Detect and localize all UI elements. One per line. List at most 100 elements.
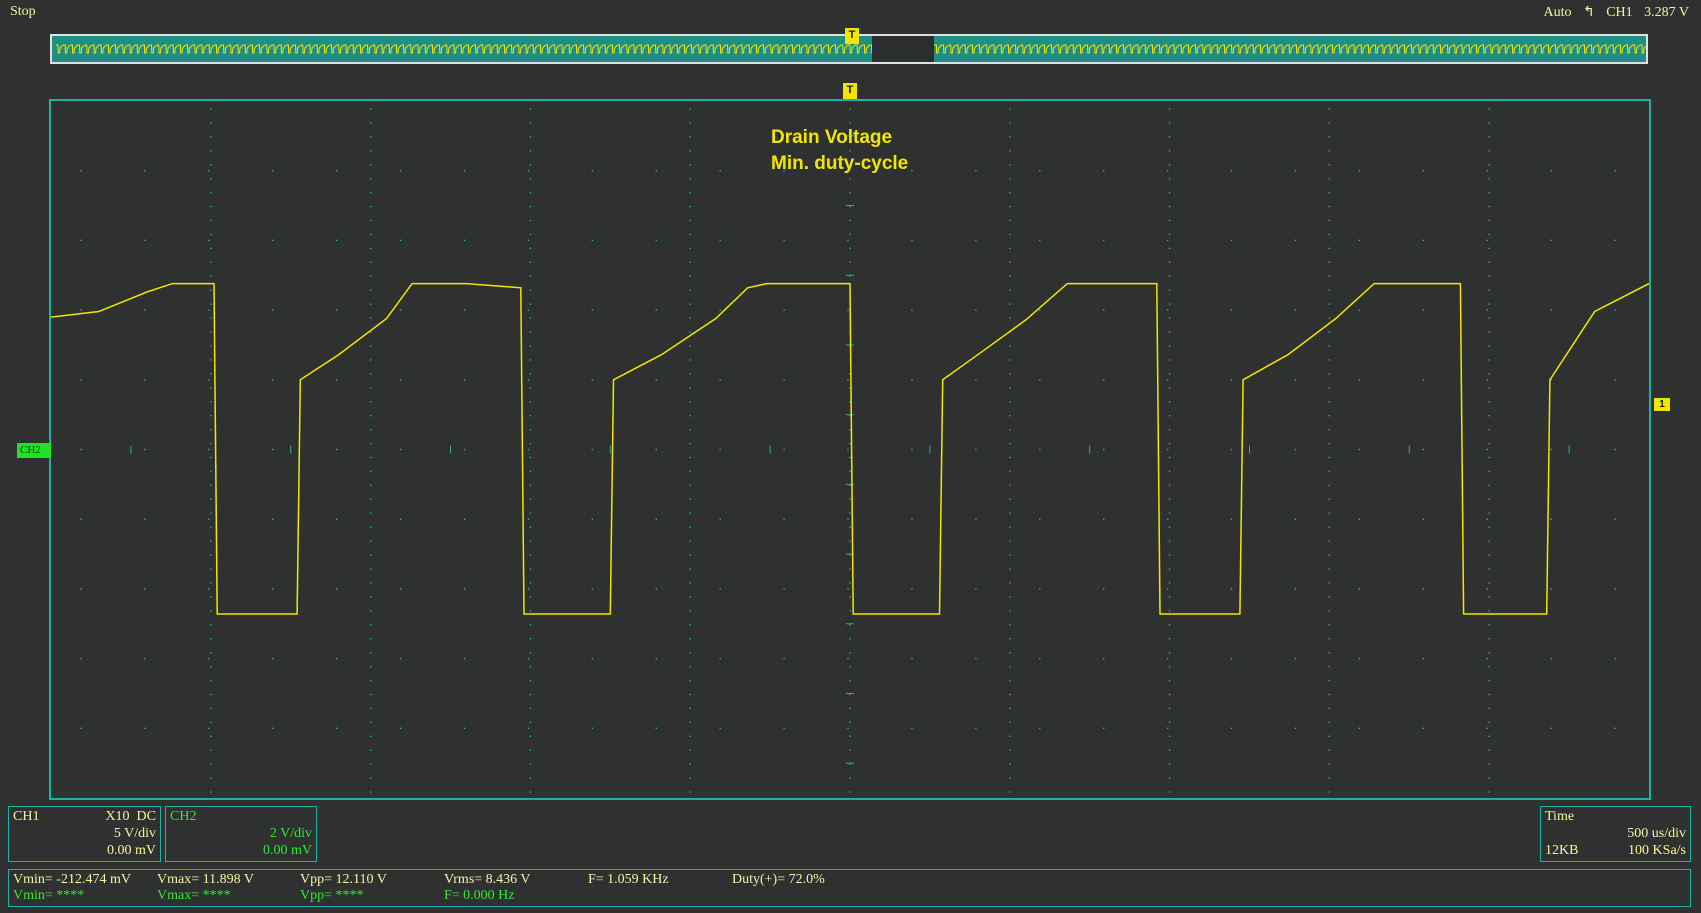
ch1-vmax: Vmax= 11.898 V <box>157 872 254 887</box>
grid-dot <box>1009 526 1011 528</box>
grid-dot <box>1358 588 1361 590</box>
grid-dot <box>210 791 212 793</box>
grid-dot <box>1168 275 1171 277</box>
run-state-label[interactable]: Stop <box>10 4 36 20</box>
grid-dot <box>1168 108 1171 110</box>
grid-dot <box>210 456 212 459</box>
grid-dot <box>1039 657 1041 660</box>
grid-dot <box>210 317 212 319</box>
timebase-box[interactable]: Time 500 us/div 12KB 100 KSa/s <box>1540 806 1691 862</box>
grid-dot <box>529 303 532 305</box>
oscilloscope-window: Stop Auto ↰ CH1 3.287 V T T Drain Voltag… <box>0 0 1701 913</box>
grid-dot <box>1009 359 1011 361</box>
ch1-vmin: Vmin= -212.474 mV <box>13 872 131 887</box>
overview-view-window[interactable] <box>872 36 934 62</box>
grid-dot <box>1328 526 1331 528</box>
grid-dot <box>1009 554 1011 556</box>
grid-dot <box>1103 588 1105 590</box>
grid-dot <box>529 624 532 626</box>
grid-dot <box>849 428 851 431</box>
grid-dot <box>1009 317 1011 319</box>
grid-dot <box>719 379 721 381</box>
grid-dot <box>208 448 210 451</box>
trigger-status[interactable]: Auto ↰ CH1 3.287 V <box>1535 4 1689 21</box>
grid-dot <box>847 588 849 590</box>
grid-dot <box>527 309 530 311</box>
grid-dot <box>529 484 532 487</box>
grid-dot <box>655 657 657 660</box>
grid-dot <box>208 379 210 381</box>
grid-dot <box>529 554 532 556</box>
grid-dot <box>210 540 212 542</box>
grid-dot <box>689 289 691 291</box>
grid-dot <box>1550 518 1552 520</box>
grid-dot <box>1488 512 1490 514</box>
grid-dot <box>80 448 82 451</box>
grid-dot <box>144 309 146 311</box>
grid-dot <box>529 345 532 347</box>
grid-dot <box>849 610 851 612</box>
grid-dot <box>369 191 372 194</box>
waveform-display[interactable] <box>49 99 1651 800</box>
grid-dot <box>1009 638 1011 640</box>
grid-dot <box>1328 638 1331 640</box>
grid-dot <box>849 442 851 445</box>
grid-dot <box>1328 610 1331 612</box>
grid-dot <box>210 442 212 445</box>
grid-dot <box>399 448 402 451</box>
grid-dot <box>80 518 82 520</box>
grid-dot <box>911 379 913 381</box>
ch2-settings-box[interactable]: CH2 2 V/div 0.00 mV <box>165 806 317 862</box>
grid-dot <box>1614 588 1616 590</box>
timebase-scale: 500 us/div <box>1627 826 1686 841</box>
grid-dot <box>529 108 532 110</box>
grid-dot <box>369 651 372 654</box>
ch1-name: CH1 <box>13 809 40 824</box>
grid-dot <box>849 414 851 417</box>
grid-dot <box>689 317 691 319</box>
grid-dot <box>1328 373 1331 375</box>
ch2-frequency: F= 0.000 Hz <box>444 888 515 903</box>
grid-dot <box>1488 777 1490 779</box>
trigger-position-marker[interactable]: T <box>843 83 857 99</box>
grid-dot <box>272 309 274 311</box>
grid-dot <box>1039 170 1041 172</box>
ch1-trigger-level-marker[interactable]: 1 <box>1654 398 1670 411</box>
grid-dot <box>369 401 372 403</box>
grid-dot <box>1230 588 1233 590</box>
grid-dot <box>591 309 594 311</box>
grid-dot <box>80 309 82 311</box>
grid-dot <box>1328 721 1331 724</box>
grid-dot <box>1488 136 1490 138</box>
grid-dot <box>1009 136 1011 138</box>
grid-dot <box>1328 261 1331 264</box>
grid-dot <box>1168 624 1171 626</box>
grid-dot <box>655 309 657 311</box>
grid-dot <box>1614 518 1616 520</box>
grid-dot <box>1166 588 1169 590</box>
grid-dot <box>463 727 466 729</box>
grid-dot <box>210 331 212 333</box>
grid-dot <box>1488 721 1490 724</box>
grid-dot <box>1488 610 1490 612</box>
grid-dot <box>1328 205 1331 208</box>
grid-dot <box>847 657 849 660</box>
grid-dot <box>1168 373 1171 375</box>
grid-dot <box>719 588 721 590</box>
measurement-bar[interactable]: Vmin= -212.474 mV Vmax= 11.898 V Vpp= 12… <box>8 869 1691 907</box>
grid-dot <box>529 651 532 654</box>
ch1-settings-box[interactable]: CH1 X10 DC 5 V/div 0.00 mV <box>8 806 161 862</box>
grid-dot <box>1103 727 1105 729</box>
grid-dot <box>783 518 785 520</box>
grid-dot <box>1486 239 1488 242</box>
grid-dot <box>529 261 532 264</box>
grid-dot <box>529 721 532 724</box>
grid-dot <box>1009 651 1011 654</box>
grid-dot <box>210 679 212 682</box>
grid-dot <box>335 448 338 451</box>
grid-dot <box>369 791 372 793</box>
ch2-ground-marker[interactable]: CH2 <box>17 443 51 458</box>
grid-dot <box>272 379 274 381</box>
grid-dot <box>369 498 372 501</box>
grid-dot <box>1168 721 1171 724</box>
